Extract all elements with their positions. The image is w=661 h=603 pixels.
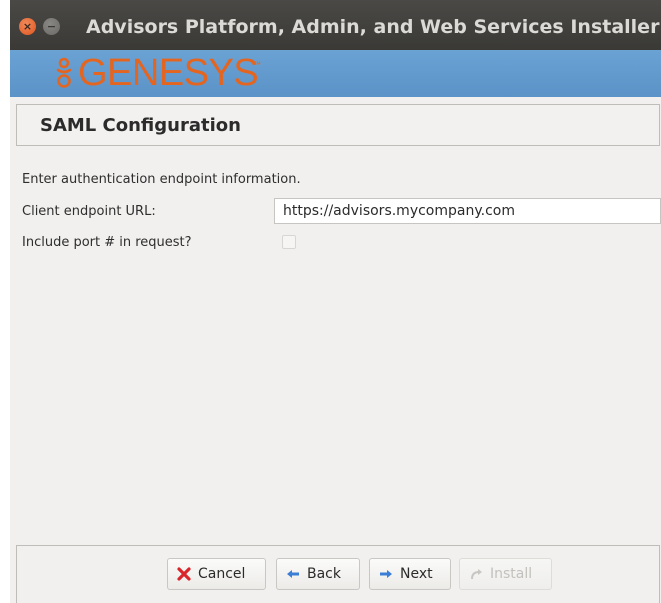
install-button-label: Install [490, 566, 533, 582]
close-icon: × [22, 20, 33, 33]
title-bar[interactable]: × − Advisors Platform, Admin, and Web Se… [10, 0, 661, 50]
page-title: SAML Configuration [40, 115, 241, 136]
back-button[interactable]: Back [276, 558, 360, 590]
cancel-button[interactable]: Cancel [167, 558, 266, 590]
cancel-x-icon [177, 567, 191, 581]
redo-arrow-icon [471, 569, 482, 580]
section-header: SAML Configuration [16, 104, 660, 146]
include-port-label: Include port # in request? [22, 235, 192, 250]
brand-banner: GENESYS ™ [10, 50, 661, 97]
arrow-left-icon [287, 570, 299, 578]
back-button-label: Back [307, 566, 341, 582]
endpoint-url-label: Client endpoint URL: [22, 204, 156, 219]
window-title: Advisors Platform, Admin, and Web Servic… [86, 16, 660, 38]
minimize-window-button[interactable]: − [43, 18, 60, 35]
include-port-checkbox[interactable] [282, 235, 296, 249]
close-window-button[interactable]: × [19, 18, 36, 35]
logo-wordmark: GENESYS [78, 52, 259, 94]
installer-window: × − Advisors Platform, Admin, and Web Se… [10, 0, 661, 603]
install-button: Install [459, 558, 552, 590]
next-button-label: Next [400, 566, 433, 582]
instructions-text: Enter authentication endpoint informatio… [22, 172, 301, 187]
logo-trademark: ™ [253, 60, 261, 69]
button-bar: Cancel Back Next Install [16, 545, 660, 603]
minimize-icon: − [46, 20, 57, 33]
endpoint-url-input[interactable] [274, 198, 661, 224]
arrow-right-icon [380, 570, 392, 578]
cancel-button-label: Cancel [198, 566, 246, 582]
next-button[interactable]: Next [369, 558, 451, 590]
genesys-logo-icon [56, 57, 72, 88]
